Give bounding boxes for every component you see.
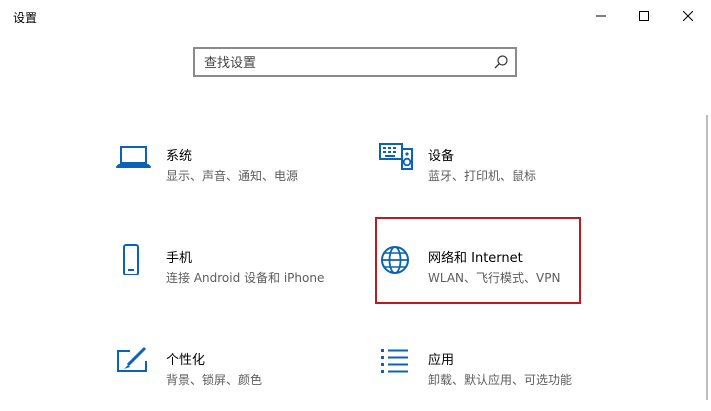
tile-devices-name: 设备 <box>428 149 455 164</box>
minimize-icon <box>596 15 606 17</box>
tile-network-name: 网络和 Internet <box>428 251 523 266</box>
globe-icon <box>381 246 409 274</box>
tile-phone-name: 手机 <box>166 251 193 266</box>
tile-phone[interactable]: 手机 连接 Android 设备和 iPhone <box>116 239 325 309</box>
search-icon[interactable] <box>493 54 509 70</box>
phone-icon <box>123 244 139 275</box>
tile-personalization[interactable]: 个性化 背景、锁屏、颜色 <box>116 341 321 411</box>
keyboard-speaker-icon <box>379 143 413 170</box>
tile-system-name: 系统 <box>166 149 193 164</box>
laptop-icon <box>116 146 151 168</box>
tile-personalization-name: 个性化 <box>166 353 206 368</box>
scrollbar[interactable] <box>706 115 708 400</box>
close-icon <box>683 11 693 21</box>
minimize-button[interactable] <box>578 0 624 32</box>
tile-network[interactable]: 网络和 Internet WLAN、飞行模式、VPN <box>378 239 583 309</box>
apps-list-icon <box>381 349 408 373</box>
close-button[interactable] <box>665 0 711 32</box>
tile-devices-desc: 蓝牙、打印机、鼠标 <box>428 169 537 183</box>
window-title: 设置 <box>13 11 38 25</box>
tile-apps-name: 应用 <box>428 353 455 368</box>
title-bar: 设置 <box>0 0 711 32</box>
tile-system-desc: 显示、声音、通知、电源 <box>166 169 299 183</box>
maximize-icon <box>639 11 649 21</box>
tile-phone-desc: 连接 Android 设备和 iPhone <box>166 271 325 285</box>
tile-network-desc: WLAN、飞行模式、VPN <box>428 271 561 285</box>
tile-system[interactable]: 系统 显示、声音、通知、电源 <box>116 137 321 207</box>
search-input[interactable] <box>204 54 484 72</box>
paint-tablet-icon <box>117 346 147 372</box>
search-box[interactable] <box>193 47 517 77</box>
tile-devices[interactable]: 设备 蓝牙、打印机、鼠标 <box>378 137 583 207</box>
tile-apps[interactable]: 应用 卸载、默认应用、可选功能 <box>378 341 583 411</box>
maximize-button[interactable] <box>621 0 667 32</box>
tile-apps-desc: 卸载、默认应用、可选功能 <box>428 373 573 387</box>
tile-personalization-desc: 背景、锁屏、颜色 <box>166 373 263 387</box>
